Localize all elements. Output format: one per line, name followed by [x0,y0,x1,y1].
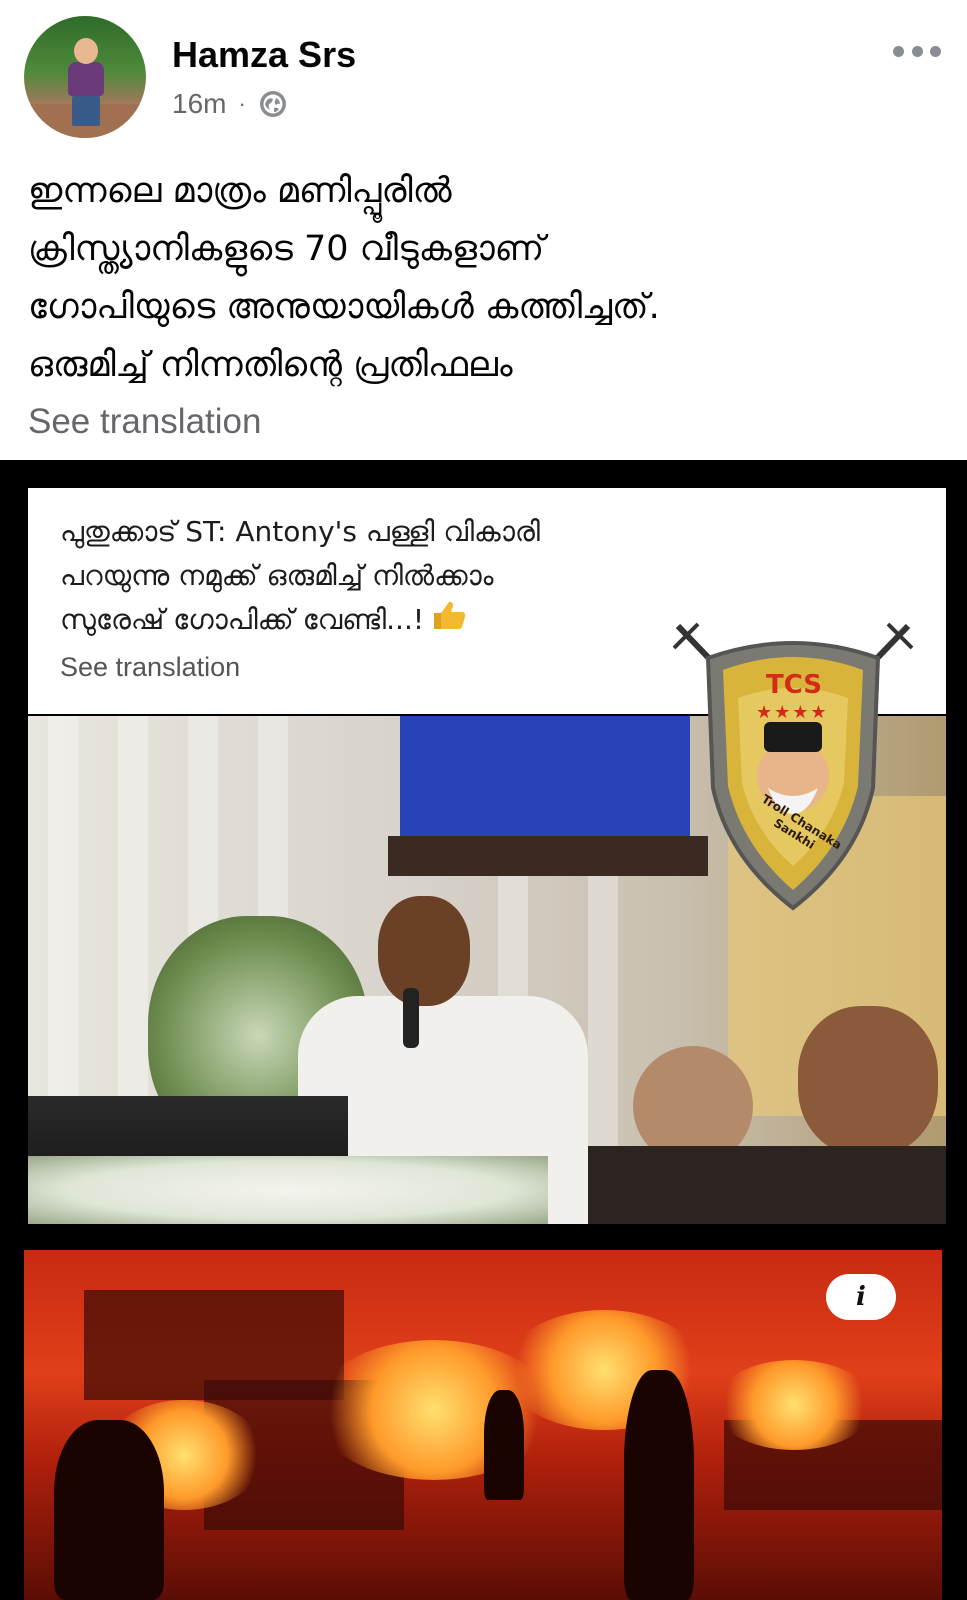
avatar[interactable] [24,16,146,138]
fire-photo: i [24,1250,942,1600]
person-silhouette [54,1420,164,1600]
shared-post-caption: പുതുക്കാട് ST: Antony's പള്ളി വികാരി പറയ… [60,510,540,644]
post-time[interactable]: 16m [172,88,226,120]
more-dot [930,45,941,57]
image-divider [0,1224,967,1250]
podium-flowers [28,1156,548,1224]
avatar-child-body [68,62,104,96]
author-name[interactable]: Hamza Srs [172,34,356,76]
post-text: ഇന്നലെ മാത്രം മണിപ്പൂരിൽ ക്രിസ്ത്യാനികളു… [28,171,660,385]
person-silhouette [484,1390,524,1500]
watermark-stars: ★★★★ [756,702,829,723]
person-silhouette [624,1370,694,1600]
info-icon[interactable]: i [826,1274,896,1320]
microphone-icon [403,988,419,1048]
projector-screen [400,716,690,836]
avatar-child-head [74,38,98,64]
screen-frame [388,836,708,876]
avatar-child-legs [72,96,100,126]
fire-flame [714,1360,874,1450]
speaker-head [378,896,470,1006]
more-dot [911,45,923,57]
post-header: Hamza Srs 16m · [0,0,967,150]
shared-see-translation: See translation [60,652,241,682]
seated-guest-head [798,1006,938,1156]
post-meta: 16m · [172,88,288,120]
thumbs-up-icon [430,599,468,644]
see-translation-link[interactable]: See translation [28,402,261,442]
tcs-watermark-logo: TCS ★★★★ Troll Chanaka Sankhi [668,618,918,918]
globe-icon [258,89,288,119]
meta-separator: · [238,91,246,116]
more-dot [893,45,904,57]
stage-table [588,1146,946,1224]
more-options-icon[interactable] [893,36,941,66]
watermark-badge-text: TCS [766,670,823,700]
post-media[interactable]: പുതുക്കാട് ST: Antony's പള്ളി വികാരി പറയ… [0,460,967,1600]
